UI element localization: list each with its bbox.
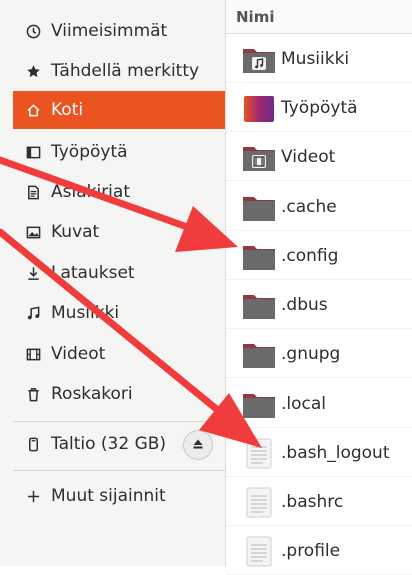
folder-icon [241,386,277,422]
eject-button[interactable] [183,430,213,460]
file-name: Videot [281,146,336,167]
folder-music-icon [241,41,277,77]
file-name: .dbus [281,294,328,315]
file-row[interactable]: Työpöytä [226,84,412,132]
text-file-icon [241,435,277,471]
sidebar-item-label: Tähdellä merkitty [51,61,200,81]
clock-icon [25,23,41,39]
sidebar-item-home[interactable]: Koti [13,91,225,129]
folder-video-icon [241,139,277,175]
file-row[interactable]: Musiikki [226,35,412,83]
sidebar-item-label: Työpöytä [51,142,128,162]
drive-icon [25,436,41,452]
column-header-label: Nimi [236,7,275,26]
sidebar-item-label: Videot [51,344,106,364]
sidebar-item-label: Musiikki [51,303,120,323]
folder-icon [241,189,277,225]
sidebar-item-recent[interactable]: Viimeisimmät [13,12,225,50]
file-row[interactable]: .bash_logout [226,429,412,477]
download-icon [25,265,41,281]
desktop-icon [25,144,41,160]
eject-icon [192,435,204,455]
folder-icon [241,336,277,372]
file-name: Musiikki [281,48,350,69]
sidebar-item-videos[interactable]: Videot [13,335,225,373]
file-row[interactable]: .dbus [226,281,412,329]
file-name: .config [281,245,339,266]
sidebar-item-starred[interactable]: Tähdellä merkitty [13,52,225,90]
sidebar-item-desktop[interactable]: Työpöytä [13,133,225,171]
picture-icon [25,224,41,240]
plus-icon [25,488,41,504]
folder-desktop-icon [241,90,277,126]
text-file-icon [241,484,277,520]
sidebar-item-device[interactable]: Taltio (32 GB) [13,425,178,463]
sidebar-item-label: Roskakori [51,384,133,404]
trash-icon [25,386,41,402]
sidebar-item-label: Lataukset [51,263,135,283]
sidebar-item-downloads[interactable]: Lataukset [13,254,225,292]
file-row[interactable]: .profile [226,527,412,575]
file-row[interactable]: .cache [226,183,412,231]
sidebar-item-label: Viimeisimmät [51,21,168,41]
file-name: .gnupg [281,343,341,364]
sidebar-item-pictures[interactable]: Kuvat [13,213,225,251]
file-row[interactable]: .config [226,232,412,280]
sidebar-separator [13,421,225,422]
sidebar-item-label: Kuvat [51,222,100,242]
film-icon [25,346,41,362]
sidebar-item-other-locations[interactable]: Muut sijainnit [13,477,225,515]
text-file-icon [241,533,277,569]
file-row[interactable]: .local [226,380,412,428]
sidebar-item-documents[interactable]: Asiakirjat [13,173,225,211]
document-icon [25,184,41,200]
column-header-name[interactable]: Nimi [226,0,412,34]
sidebar-item-label: Muut sijainnit [51,486,166,506]
sidebar-item-music[interactable]: Musiikki [13,294,225,332]
file-row[interactable]: .bashrc [226,478,412,526]
sidebar-item-label: Asiakirjat [51,182,130,202]
file-name: .cache [281,196,337,217]
file-name: .bash_logout [281,442,390,463]
sidebar-item-label: Taltio (32 GB) [51,434,167,454]
folder-icon [241,238,277,274]
file-name: .profile [281,540,341,561]
file-name: .local [281,393,327,414]
home-icon [25,102,41,118]
sidebar: Viimeisimmät Tähdellä merkitty Koti Työp… [0,0,226,566]
folder-icon [241,287,277,323]
file-name: .bashrc [281,491,344,512]
file-row[interactable]: .gnupg [226,330,412,378]
file-row[interactable]: Videot [226,133,412,181]
star-icon [25,63,41,79]
sidebar-item-label: Koti [51,100,84,120]
sidebar-item-trash[interactable]: Roskakori [13,375,225,413]
sidebar-separator [13,470,225,471]
music-icon [25,305,41,321]
file-name: Työpöytä [281,97,358,118]
